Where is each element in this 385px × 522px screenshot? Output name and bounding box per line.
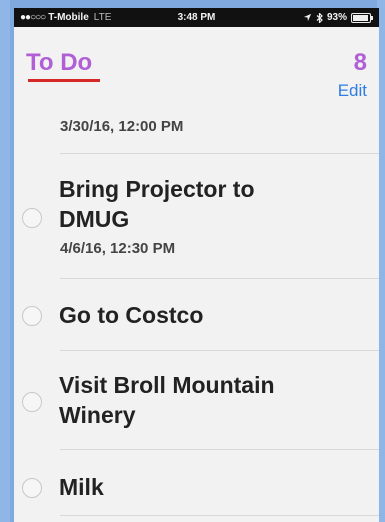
location-arrow-icon	[303, 13, 312, 22]
row-separator	[60, 278, 379, 279]
item-date: 3/30/16, 12:00 PM	[60, 118, 184, 135]
bluetooth-icon	[316, 12, 323, 23]
item-count: 8	[353, 49, 367, 76]
row-separator	[60, 449, 379, 450]
item-title[interactable]: Go to Costco	[59, 300, 203, 330]
battery-fill	[353, 14, 368, 21]
item-title[interactable]: Visit Broll Mountain Winery	[59, 370, 339, 430]
row-separator	[60, 350, 379, 351]
complete-checkbox[interactable]	[22, 392, 42, 412]
list-title[interactable]: To Do	[26, 49, 92, 77]
battery-percent: 93%	[326, 12, 347, 23]
item-title[interactable]: Milk	[59, 472, 104, 502]
complete-checkbox[interactable]	[22, 478, 42, 498]
complete-checkbox[interactable]	[22, 306, 42, 326]
item-title[interactable]: Bring Projector to DMUG	[59, 174, 319, 234]
battery-icon	[351, 12, 373, 23]
complete-checkbox[interactable]	[22, 208, 42, 228]
slide-background-left	[0, 0, 10, 522]
row-separator	[60, 515, 379, 516]
edit-button[interactable]: Edit	[338, 81, 367, 101]
phone-screen: ●●○○○ T-Mobile LTE 3:48 PM 93% To Do 8 Edi…	[14, 8, 379, 522]
item-date: 4/6/16, 12:30 PM	[60, 240, 176, 257]
list-header: To Do 8 Edit	[14, 27, 379, 111]
status-bar: ●●○○○ T-Mobile LTE 3:48 PM 93%	[14, 8, 379, 27]
row-separator	[60, 153, 379, 154]
status-right-group: 93%	[303, 12, 373, 23]
title-underline-annotation	[28, 79, 100, 82]
